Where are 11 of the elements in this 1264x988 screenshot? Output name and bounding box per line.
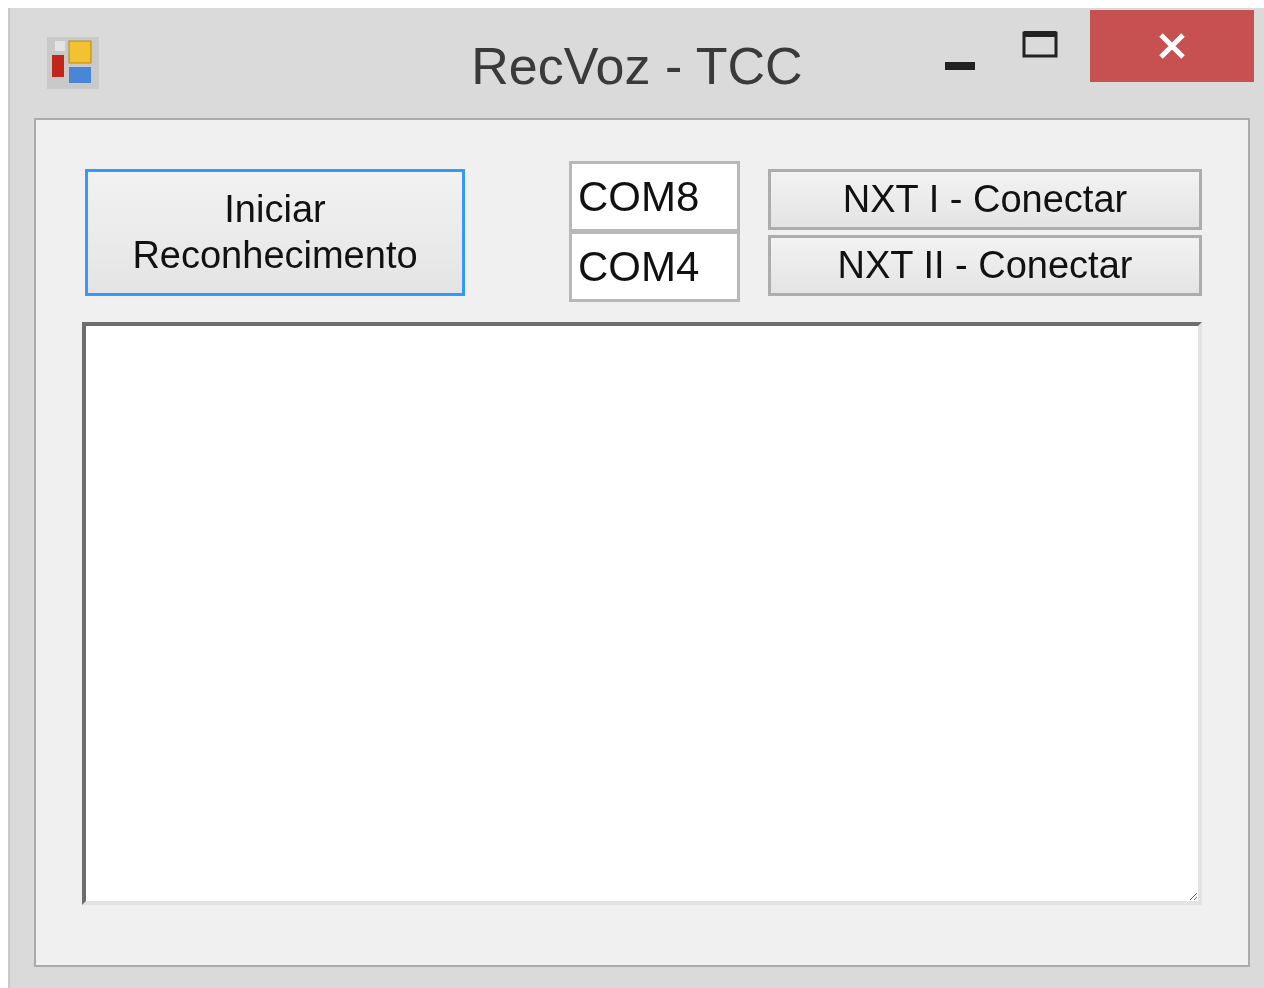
close-icon: [1158, 32, 1186, 60]
connect-button[interactable]: NXT I - Conectar: [768, 169, 1202, 230]
minimize-icon: [945, 62, 975, 70]
port-field[interactable]: COM8: [569, 161, 740, 232]
maximize-icon: [1022, 30, 1058, 58]
port-field[interactable]: COM4: [569, 231, 740, 302]
window-title: RecVoz - TCC: [471, 36, 803, 96]
app-icon: [47, 37, 99, 89]
close-button[interactable]: [1090, 10, 1254, 82]
start-button[interactable]: Iniciar Reconhecimento: [85, 169, 465, 296]
connect-button[interactable]: NXT II - Conectar: [768, 235, 1202, 296]
